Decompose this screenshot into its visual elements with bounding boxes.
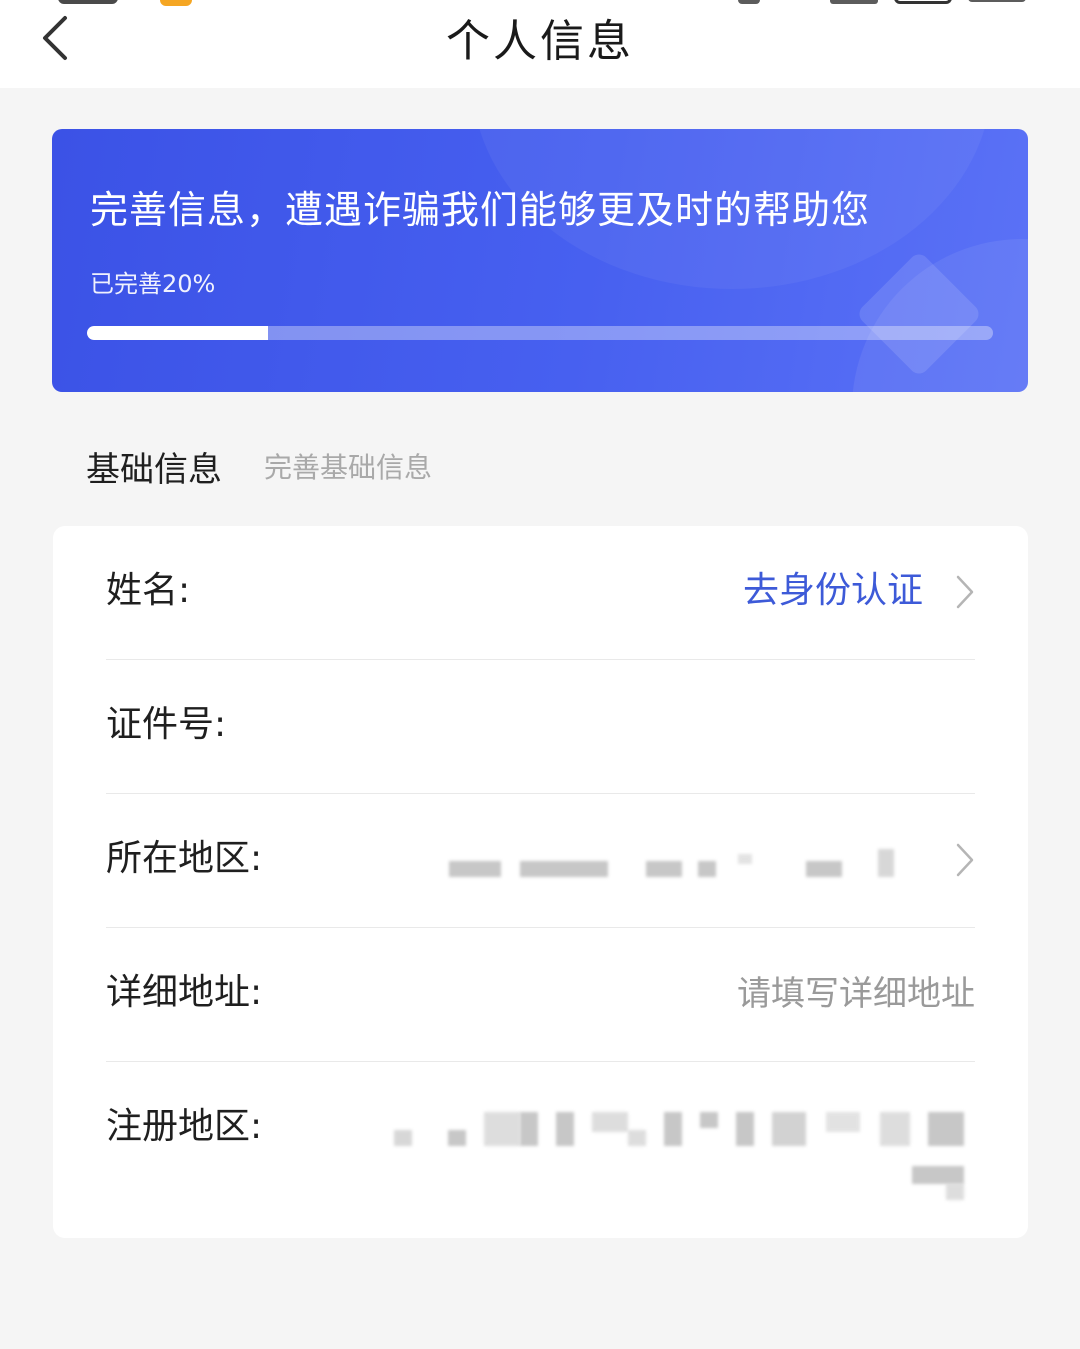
basic-info-card: 姓名: 去身份认证 证件号: 所在地区: 详细地址: 请填写详细地址 注册地区: <box>53 526 1028 1238</box>
address-input[interactable]: 请填写详细地址 <box>737 970 975 1018</box>
chevron-right-icon <box>956 843 974 877</box>
banner-slogan: 完善信息，遭遇诈骗我们能够更及时的帮助您 <box>90 188 871 232</box>
progress-bar-fill <box>87 326 269 340</box>
region-label: 所在地区: <box>106 838 263 879</box>
status-bar-notification-icon <box>160 0 192 6</box>
app-header: 个人信息 <box>0 0 1080 88</box>
registered-region-row: 注册地区: <box>106 1062 975 1238</box>
wifi-icon <box>738 0 760 4</box>
id-number-label: 证件号: <box>106 704 227 745</box>
signal-icon <box>830 0 878 4</box>
completion-banner: 完善信息，遭遇诈骗我们能够更及时的帮助您 已完善20% <box>52 129 1028 392</box>
completion-percentage: 已完善20% <box>90 270 216 298</box>
status-bar-time-fragment <box>58 0 118 4</box>
battery-icon <box>894 0 952 4</box>
section-title: 基础信息 <box>86 450 222 490</box>
region-row[interactable]: 所在地区: <box>106 794 975 928</box>
name-row[interactable]: 姓名: 去身份认证 <box>106 526 975 660</box>
address-label: 详细地址: <box>106 972 263 1013</box>
name-label: 姓名: <box>106 570 191 611</box>
registered-region-label: 注册地区: <box>106 1106 263 1147</box>
section-subtitle: 完善基础信息 <box>264 451 433 484</box>
page-title: 个人信息 <box>446 16 634 67</box>
id-number-row[interactable]: 证件号: <box>106 660 975 794</box>
identity-verification-link[interactable]: 去身份认证 <box>743 566 923 616</box>
chevron-right-icon <box>956 575 974 609</box>
address-row[interactable]: 详细地址: 请填写详细地址 <box>106 928 975 1062</box>
progress-bar <box>87 326 993 340</box>
battery-percentage <box>968 0 1026 2</box>
